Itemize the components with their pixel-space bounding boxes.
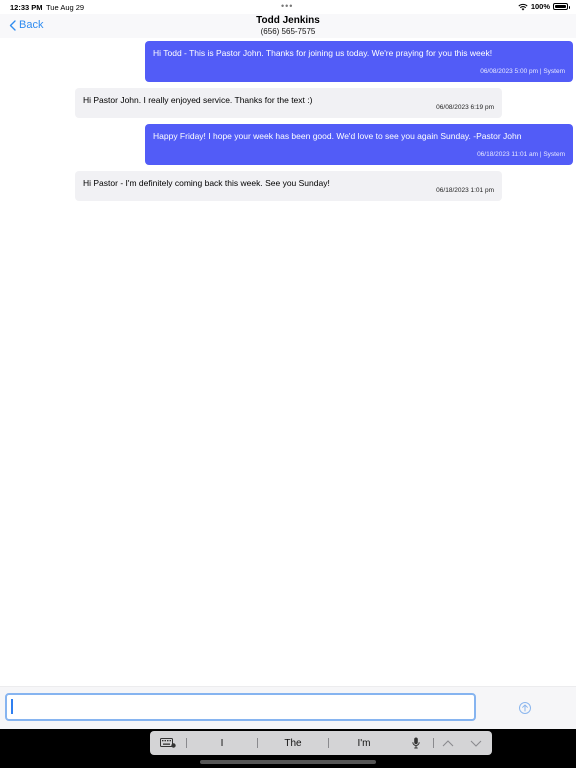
text-cursor xyxy=(11,699,13,714)
battery-percent: 100% xyxy=(530,2,550,11)
chevron-up-icon[interactable] xyxy=(434,739,462,747)
status-date: Tue Aug 29 xyxy=(46,3,85,12)
message-timestamp: 06/18/2023 11:01 am | System xyxy=(477,151,565,158)
message-list[interactable]: Hi Todd - This is Pastor John. Thanks fo… xyxy=(0,38,576,686)
wifi-icon xyxy=(518,3,528,10)
suggestion-item[interactable]: The xyxy=(258,738,328,749)
multitasking-dots-icon[interactable]: ••• xyxy=(281,1,293,11)
message-bubble-outgoing: Hi Todd - This is Pastor John. Thanks fo… xyxy=(145,41,573,82)
status-time: 12:33 PM xyxy=(10,3,43,12)
message-timestamp: 06/18/2023 1:01 pm xyxy=(436,187,494,194)
predictive-bar: I The I'm xyxy=(150,731,492,755)
message-text: Hi Todd - This is Pastor John. Thanks fo… xyxy=(153,48,493,58)
composer-bar xyxy=(0,686,576,729)
message-input[interactable] xyxy=(5,693,476,721)
microphone-icon[interactable] xyxy=(399,737,433,749)
status-bar: 12:33 PM Tue Aug 29 ••• 100% xyxy=(0,0,576,14)
navigation-bar: Back Todd Jenkins (656) 565-7575 xyxy=(0,14,576,38)
home-indicator[interactable] xyxy=(200,760,376,764)
message-text: Happy Friday! I hope your week has been … xyxy=(153,131,522,141)
message-bubble-incoming: Hi Pastor - I'm definitely coming back t… xyxy=(75,171,502,201)
suggestion-item[interactable]: I'm xyxy=(329,738,399,749)
chevron-down-icon[interactable] xyxy=(462,740,490,747)
keyboard-shortcut-area: I The I'm xyxy=(0,729,576,768)
keyboard-icon[interactable] xyxy=(150,738,186,748)
arrow-up-icon xyxy=(522,704,528,712)
suggestion-item[interactable]: I xyxy=(187,738,257,749)
contact-phone: (656) 565-7575 xyxy=(260,27,316,36)
message-timestamp: 06/08/2023 6:19 pm xyxy=(436,104,494,111)
message-timestamp: 06/08/2023 5:00 pm | System xyxy=(480,68,565,75)
status-indicators: 100% xyxy=(518,2,570,11)
message-bubble-incoming: Hi Pastor John. I really enjoyed service… xyxy=(75,88,502,118)
send-button[interactable] xyxy=(519,702,531,714)
message-text: Hi Pastor - I'm definitely coming back t… xyxy=(83,178,330,188)
message-text: Hi Pastor John. I really enjoyed service… xyxy=(83,95,313,105)
battery-icon xyxy=(553,3,570,10)
contact-name: Todd Jenkins xyxy=(256,15,320,26)
message-bubble-outgoing: Happy Friday! I hope your week has been … xyxy=(145,124,573,165)
